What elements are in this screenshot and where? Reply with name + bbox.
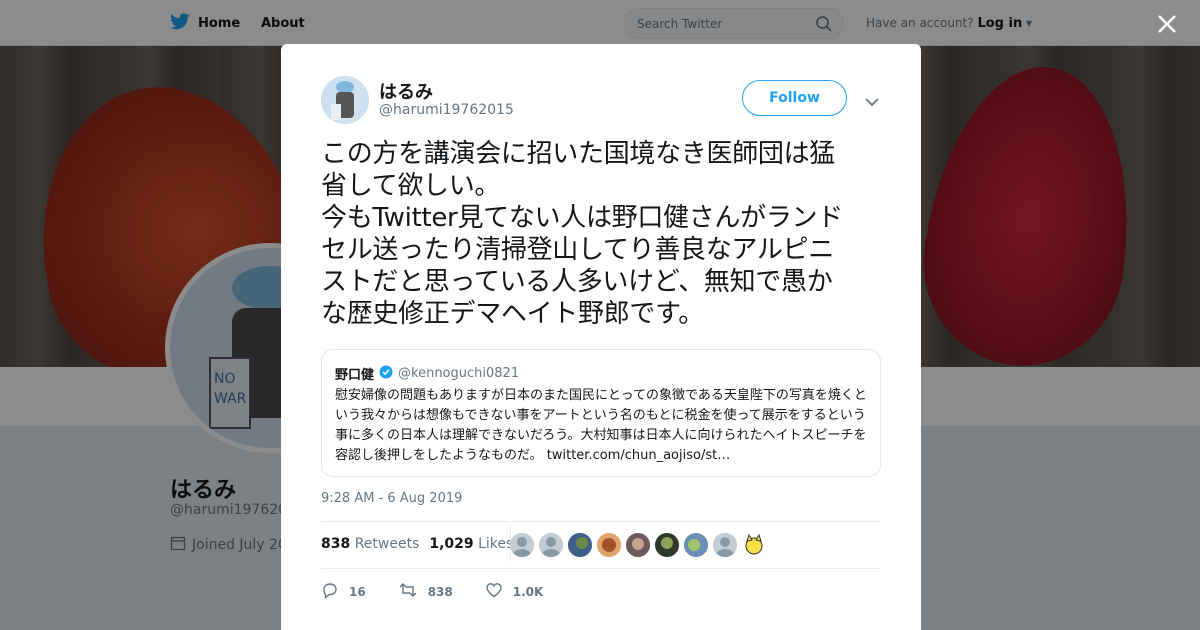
tweet-text: この方を講演会に招いた国境なき医師団は猛 省して欲しい。 今もTwitter見て… (321, 139, 843, 329)
retweet-count: 838 (427, 584, 453, 599)
retweets-stat[interactable]: 838 Retweets (321, 536, 419, 552)
quoted-tweet-header: 野口健 @kennoguchi0821 (335, 364, 519, 383)
chevron-down-icon[interactable] (865, 92, 879, 111)
verified-badge-icon (379, 365, 393, 383)
liker-avatar[interactable] (510, 533, 534, 557)
tweet-actions: 16 838 1.0K (321, 581, 575, 602)
close-icon[interactable] (1155, 12, 1179, 36)
divider (321, 568, 881, 569)
quoted-tweet-text: 慰安婦像の問題もありますが日本のまた国民にとっての象徴である天皇陛下の写真を焼く… (335, 386, 871, 466)
divider (321, 521, 881, 522)
heart-icon (485, 581, 503, 602)
retweets-count: 838 (321, 536, 351, 552)
liker-avatar[interactable] (655, 533, 679, 557)
reply-count: 16 (349, 584, 366, 599)
liker-avatar[interactable] (626, 533, 650, 557)
liker-avatar[interactable] (742, 533, 766, 557)
liker-avatar[interactable] (539, 533, 563, 557)
reply-icon (321, 581, 339, 602)
like-count: 1.0K (512, 584, 544, 599)
liker-avatar[interactable] (568, 533, 592, 557)
retweet-icon (398, 581, 418, 602)
author-name[interactable]: はるみ (379, 78, 433, 104)
likes-stat[interactable]: 1,029 Likes (429, 536, 513, 552)
likes-label: Likes (478, 536, 514, 552)
author-handle[interactable]: @harumi19762015 (379, 102, 514, 118)
liker-avatar[interactable] (713, 533, 737, 557)
follow-button[interactable]: Follow (742, 80, 847, 116)
liker-avatar[interactable] (684, 533, 708, 557)
quoted-author-name: 野口健 (335, 368, 375, 383)
tweet-timestamp[interactable]: 9:28 AM - 6 Aug 2019 (321, 491, 462, 506)
liker-avatars (510, 533, 766, 557)
quoted-tweet[interactable]: 野口健 @kennoguchi0821 慰安婦像の問題もありますが日本のまた国民… (321, 349, 881, 477)
tweet-modal: はるみ @harumi19762015 Follow この方を講演会に招いた国境… (281, 44, 921, 630)
liker-avatar[interactable] (597, 533, 621, 557)
retweets-label: Retweets (354, 536, 420, 552)
likes-count: 1,029 (429, 536, 474, 552)
retweet-button[interactable]: 838 (398, 581, 453, 602)
tweet-stats: 838 Retweets 1,029 Likes (321, 536, 513, 552)
author-avatar[interactable] (321, 76, 369, 124)
like-button[interactable]: 1.0K (485, 581, 544, 602)
reply-button[interactable]: 16 (321, 581, 366, 602)
quoted-tweet-link[interactable]: twitter.com/chun_aojiso/st… (547, 448, 730, 463)
quoted-author-handle: @kennoguchi0821 (398, 366, 520, 381)
